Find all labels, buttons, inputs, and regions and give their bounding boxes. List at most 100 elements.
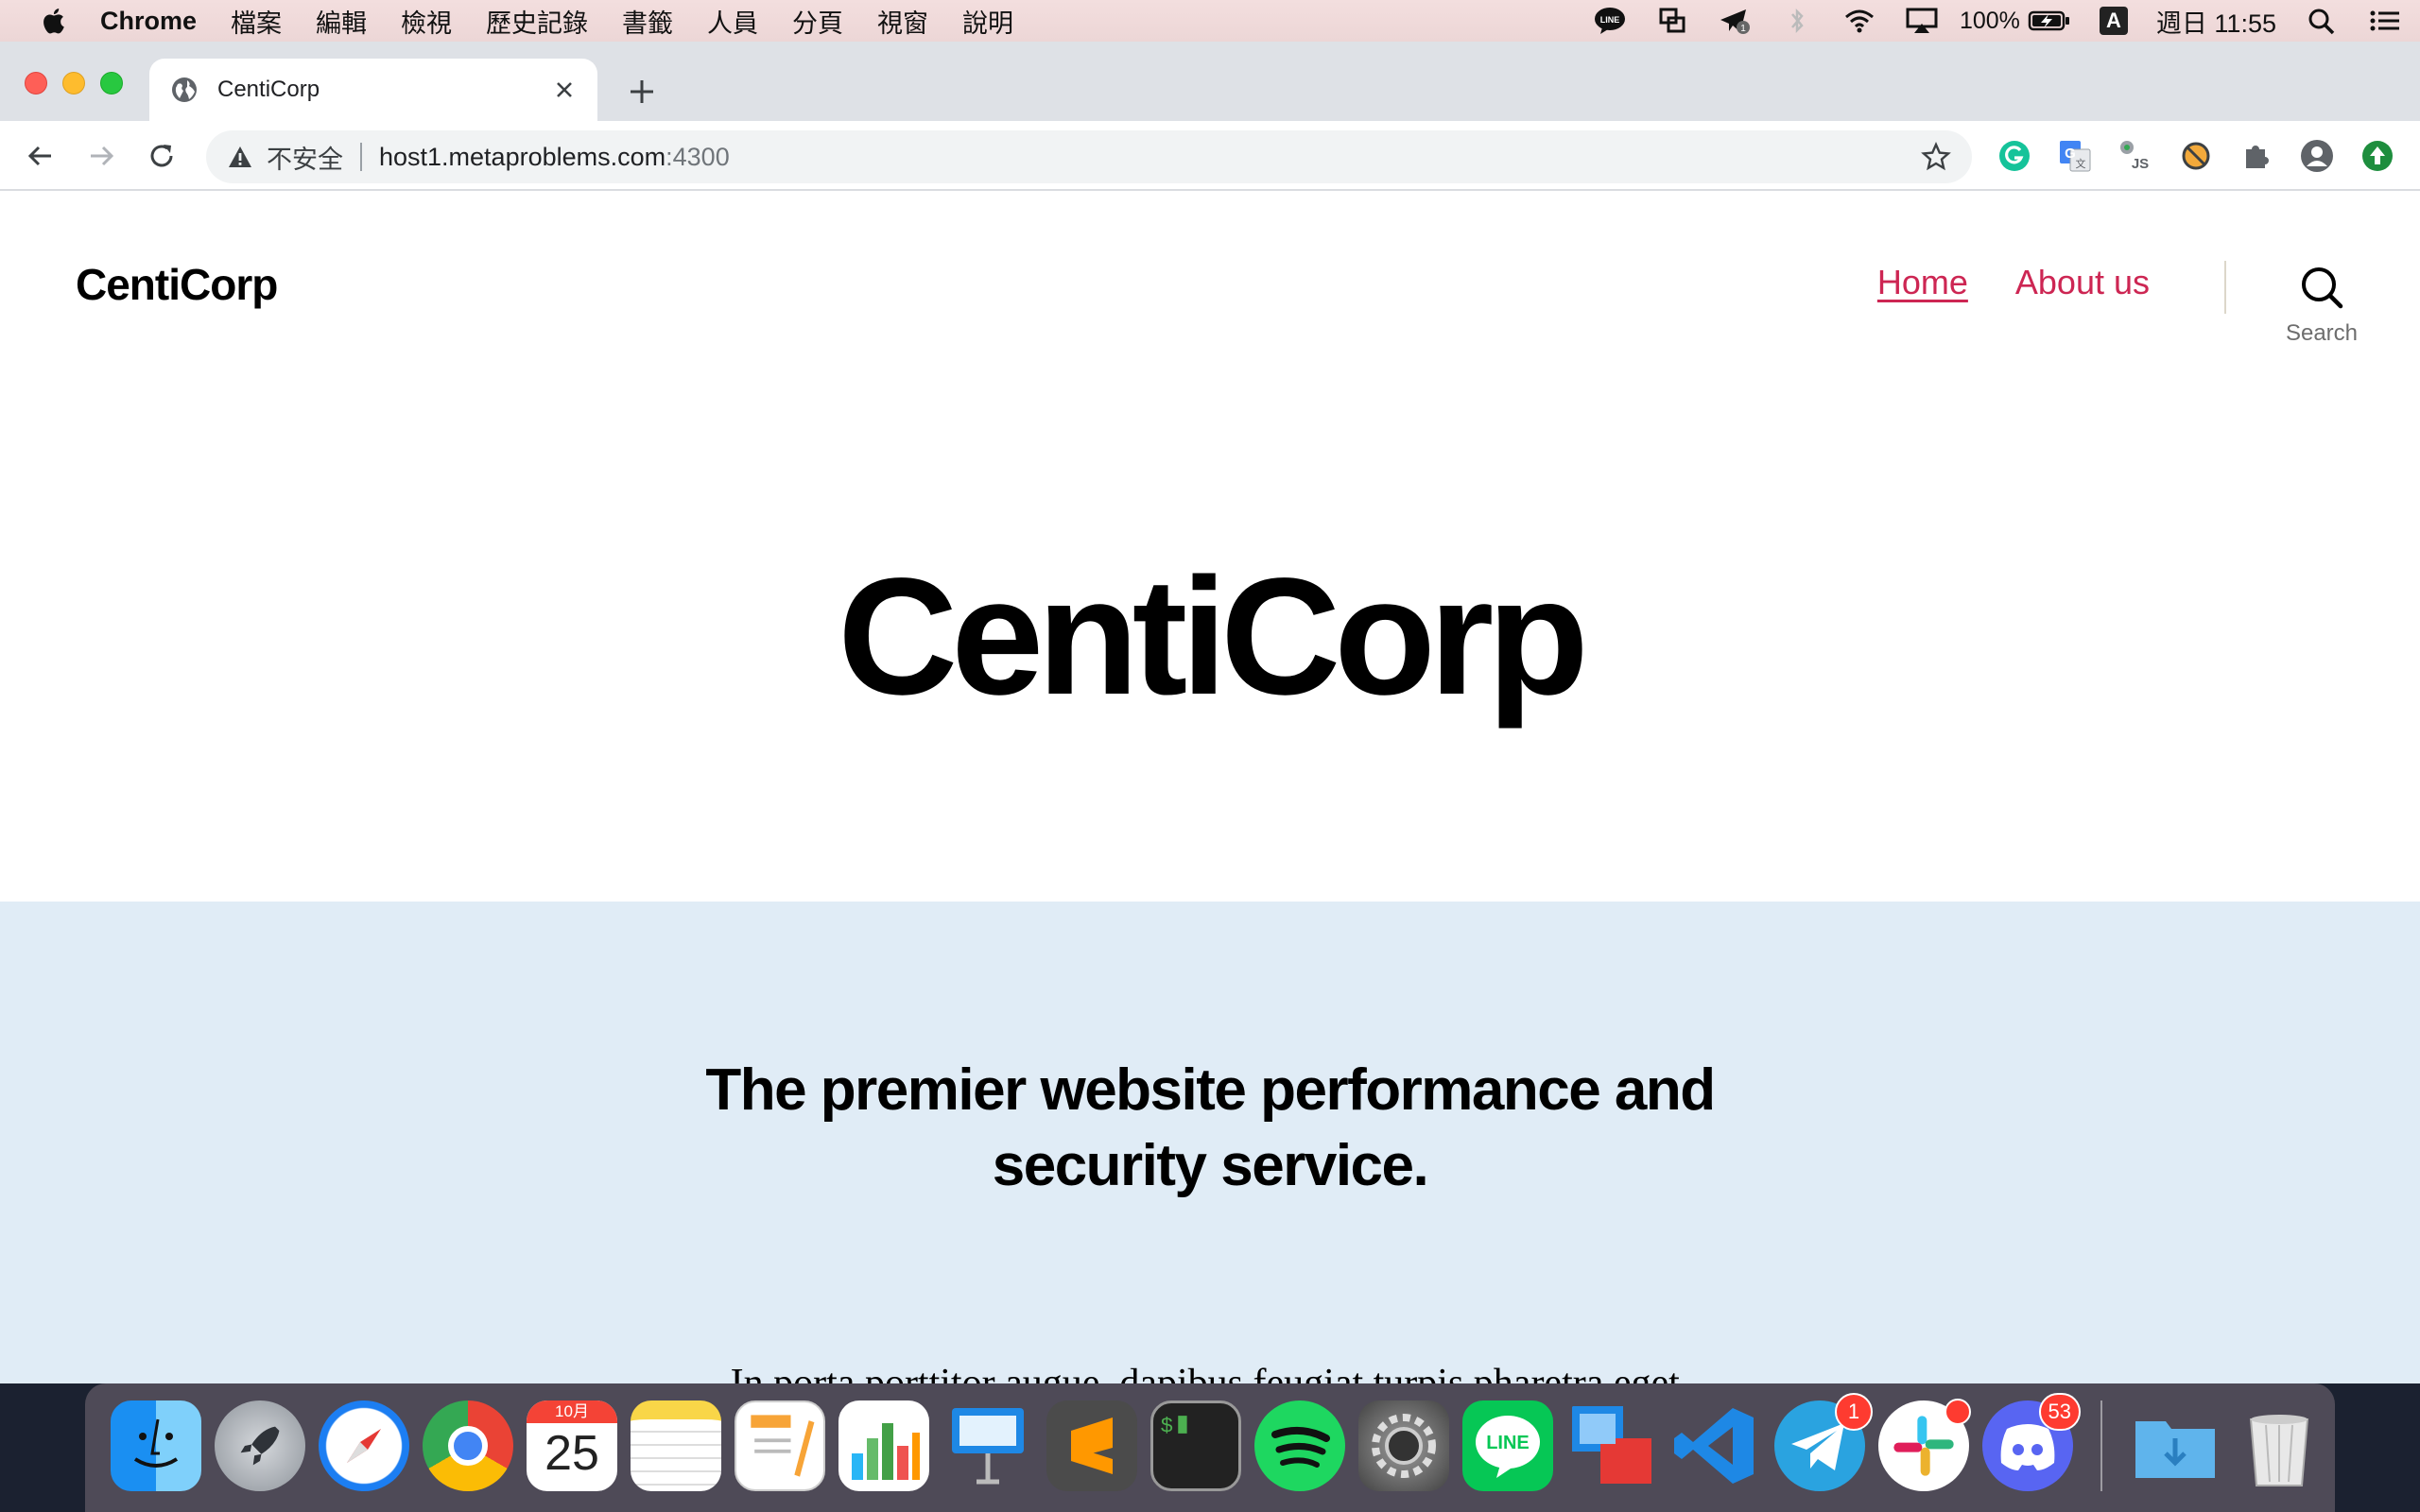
terminal-icon: $ — [1150, 1400, 1241, 1491]
bluetooth-icon[interactable] — [1780, 7, 1814, 35]
tab-close-icon[interactable] — [552, 77, 577, 102]
tab-title: CentiCorp — [217, 77, 320, 102]
nav-about-us[interactable]: About us — [2015, 263, 2150, 302]
dock-trash[interactable] — [2234, 1400, 2325, 1491]
hero-title: CentiCorp — [838, 544, 1589, 730]
cover-heading: The premier website performance and secu… — [705, 1057, 1716, 1198]
warning-icon[interactable] — [227, 144, 253, 170]
dock-telegram[interactable]: 1 — [1774, 1393, 1873, 1491]
dock-terminal[interactable]: $ — [1150, 1400, 1241, 1491]
address-bar[interactable]: 不安全 host1.metaproblems.com :4300 — [206, 130, 1972, 183]
battery-percent[interactable]: 100% — [1960, 8, 2020, 35]
telegram-badge: 1 — [1835, 1393, 1873, 1431]
dock-keynote[interactable] — [942, 1400, 1033, 1491]
dock-line[interactable]: LINE — [1462, 1400, 1553, 1491]
apple-icon[interactable] — [40, 7, 66, 35]
search-toggle-button[interactable]: Search — [2278, 265, 2365, 347]
sublime-icon — [1046, 1400, 1137, 1491]
notification-center-icon[interactable] — [2367, 7, 2401, 35]
menu-people[interactable]: 人員 — [707, 3, 758, 40]
dock-slack[interactable] — [1878, 1399, 1971, 1491]
line-status-icon[interactable]: LINE — [1593, 7, 1627, 35]
trash-icon — [2234, 1400, 2325, 1491]
nav-home[interactable]: Home — [1877, 263, 1968, 302]
vscode-icon — [1670, 1400, 1761, 1491]
menu-tab[interactable]: 分頁 — [792, 3, 843, 40]
dock-safari[interactable] — [319, 1400, 409, 1491]
dock-discord[interactable]: 53 — [1982, 1393, 2081, 1491]
macos-dock: 10月 25 $ LINE 1 53 — [85, 1383, 2335, 1512]
calendar-month: 10月 — [527, 1400, 617, 1423]
screen-share-icon[interactable] — [1655, 7, 1689, 35]
pages-icon — [735, 1400, 825, 1491]
puzzle-extensions-icon[interactable] — [2238, 138, 2274, 174]
window-minimize-button[interactable] — [62, 72, 85, 94]
keynote-icon — [942, 1400, 1033, 1491]
menubar-clock[interactable]: 週日 11:55 — [2156, 3, 2276, 40]
bookmark-star-icon[interactable] — [1921, 142, 1951, 172]
js-extension-icon[interactable]: JS — [2118, 138, 2153, 174]
menu-app-name[interactable]: Chrome — [100, 7, 197, 36]
spotify-icon — [1254, 1400, 1345, 1491]
site-logo[interactable]: CentiCorp — [76, 259, 278, 310]
dock-system-preferences[interactable] — [1358, 1400, 1449, 1491]
window-close-button[interactable] — [25, 72, 47, 94]
compass-icon — [319, 1400, 409, 1491]
url-port: :4300 — [666, 142, 730, 171]
dock-finder[interactable] — [111, 1400, 201, 1491]
dock-pages[interactable] — [735, 1400, 825, 1491]
grammarly-extension-icon[interactable] — [1996, 138, 2032, 174]
menu-help[interactable]: 說明 — [962, 3, 1013, 40]
web-page: CentiCorp Home About us Search CentiCorp… — [0, 191, 2420, 1383]
tab-centicorp[interactable]: CentiCorp — [149, 59, 597, 121]
update-available-icon[interactable] — [2360, 138, 2395, 174]
header-divider — [2224, 261, 2226, 314]
dock-launchpad[interactable] — [215, 1400, 305, 1491]
battery-charging-icon[interactable] — [2028, 7, 2071, 35]
forward-arrow-icon[interactable] — [85, 140, 117, 172]
reload-icon[interactable] — [146, 140, 178, 172]
calendar-day: 25 — [544, 1426, 599, 1481]
gear-icon — [1358, 1400, 1449, 1491]
blocked-extension-icon[interactable] — [2178, 138, 2214, 174]
window-zoom-button[interactable] — [100, 72, 123, 94]
menu-edit[interactable]: 編輯 — [316, 3, 367, 40]
svg-text:JS: JS — [2132, 156, 2149, 172]
dock-sublime-text[interactable] — [1046, 1400, 1137, 1491]
not-secure-label[interactable]: 不安全 — [267, 139, 343, 176]
dock-vscode[interactable] — [1670, 1400, 1761, 1491]
menu-file[interactable]: 檔案 — [231, 3, 282, 40]
browser-toolbar: 不安全 host1.metaproblems.com :4300 G 文 JS — [0, 121, 2420, 191]
spotlight-search-icon[interactable] — [2305, 7, 2339, 35]
svg-text:LINE: LINE — [1600, 15, 1620, 25]
hero-section: CentiCorp — [0, 370, 2420, 902]
input-method-icon[interactable]: A — [2099, 7, 2128, 35]
numbers-icon — [838, 1400, 929, 1491]
dock-calendar[interactable]: 10月 25 — [527, 1400, 617, 1491]
menu-view[interactable]: 檢視 — [401, 3, 452, 40]
chrome-window: CentiCorp 不安全 host1.metaproblems.com:43… — [0, 42, 2420, 1383]
dock-downloads[interactable] — [2130, 1400, 2221, 1491]
menu-history[interactable]: 歷史記錄 — [486, 3, 588, 40]
wifi-icon[interactable] — [1842, 7, 1876, 35]
slack-badge — [1945, 1399, 1971, 1425]
globe-icon — [172, 77, 197, 102]
dock-spotify[interactable] — [1254, 1400, 1345, 1491]
menu-window[interactable]: 視窗 — [877, 3, 928, 40]
dock-numbers[interactable] — [838, 1400, 929, 1491]
menu-bookmarks[interactable]: 書籤 — [622, 3, 673, 40]
new-tab-icon[interactable] — [628, 77, 656, 106]
cover-paragraph: In porta porttitor augue, dapibus feugia… — [730, 1362, 1690, 1383]
google-translate-extension-icon[interactable]: G 文 — [2057, 138, 2093, 174]
back-arrow-icon[interactable] — [25, 140, 57, 172]
airplay-icon[interactable] — [1905, 7, 1939, 35]
telegram-status-icon[interactable]: 1 — [1718, 7, 1752, 35]
profile-avatar-icon[interactable] — [2299, 138, 2335, 174]
omnibox-divider — [360, 143, 362, 171]
dock-screen-sharing[interactable] — [1566, 1400, 1657, 1491]
finder-icon — [111, 1400, 201, 1491]
primary-nav: Home About us — [1830, 263, 2150, 302]
line-app-label: LINE — [1486, 1433, 1530, 1453]
dock-notes[interactable] — [631, 1400, 721, 1491]
dock-chrome[interactable] — [423, 1400, 513, 1491]
